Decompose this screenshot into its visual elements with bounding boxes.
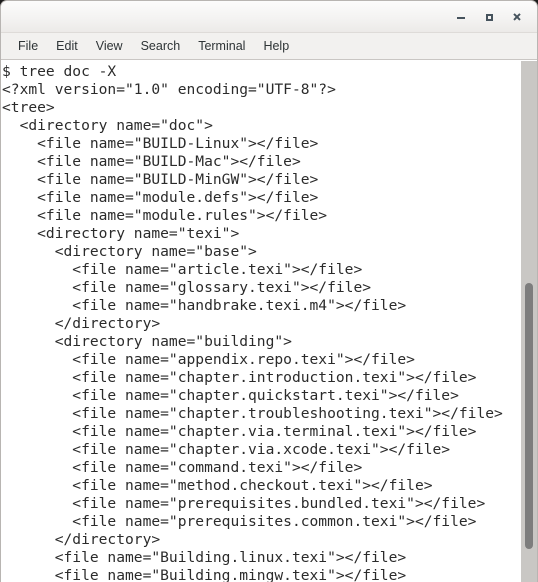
menu-item-view[interactable]: View [87,36,132,56]
terminal-line: <file name="chapter.troubleshooting.texi… [2,405,503,423]
terminal-line: <file name="Building.mingw.texi"></file> [2,567,407,582]
terminal-line: <file name="method.checkout.texi"></file… [2,477,433,495]
terminal-line: <file name="glossary.texi"></file> [2,279,372,297]
terminal-line: <file name="command.texi"></file> [2,459,363,477]
terminal-line: <directory name="building"> [2,333,292,351]
terminal-line: <file name="chapter.via.xcode.texi"></fi… [2,441,451,459]
maximize-icon [482,10,496,24]
terminal-text: $ tree doc -X <?xml version="1.0" encodin… [2,63,520,582]
maximize-button[interactable] [475,4,503,30]
terminal-line: <directory name="doc"> [2,117,213,135]
menu-bar: File Edit View Search Terminal Help [1,33,537,60]
menu-item-help[interactable]: Help [254,36,298,56]
terminal-line: <file name="chapter.via.terminal.texi"><… [2,423,477,441]
terminal-line: <file name="prerequisites.bundled.texi">… [2,495,486,513]
vertical-scrollbar[interactable] [520,61,537,582]
terminal-line: <directory name="base"> [2,243,257,261]
terminal-line: <file name="BUILD-MinGW"></file> [2,171,319,189]
terminal-line: <file name="article.texi"></file> [2,261,363,279]
terminal-line: <?xml version="1.0" encoding="UTF-8"?> [2,81,336,99]
terminal-line: <file name="module.rules"></file> [2,207,328,225]
terminal-line: <file name="BUILD-Mac"></file> [2,153,301,171]
terminal-line: <file name="prerequisites.common.texi"><… [2,513,477,531]
terminal-line: <file name="chapter.quickstart.texi"></f… [2,387,459,405]
terminal-area: $ tree doc -X <?xml version="1.0" encodin… [1,60,537,582]
terminal-output[interactable]: $ tree doc -X <?xml version="1.0" encodin… [1,61,520,582]
scrollbar-thumb[interactable] [525,283,533,549]
close-icon [510,10,524,24]
terminal-line: <file name="module.defs"></file> [2,189,319,207]
minimize-icon [454,10,468,24]
menu-item-search[interactable]: Search [132,36,190,56]
terminal-line: <file name="handbrake.texi.m4"></file> [2,297,407,315]
terminal-line: <file name="chapter.introduction.texi"><… [2,369,477,387]
menu-item-edit[interactable]: Edit [47,36,87,56]
terminal-line: $ tree doc -X [2,63,117,80]
terminal-line: <file name="BUILD-Linux"></file> [2,135,319,153]
terminal-line: </directory> [2,531,161,549]
terminal-window: File Edit View Search Terminal Help $ tr… [0,0,538,582]
terminal-line: <file name="appendix.repo.texi"></file> [2,351,415,369]
close-button[interactable] [503,4,531,30]
terminal-line: <tree> [2,99,55,117]
title-bar[interactable] [1,1,537,33]
minimize-button[interactable] [447,4,475,30]
terminal-line: </directory> [2,315,161,333]
terminal-line: <directory name="texi"> [2,225,240,243]
menu-item-file[interactable]: File [9,36,47,56]
menu-item-terminal[interactable]: Terminal [189,36,254,56]
window-controls [447,1,531,32]
terminal-line: <file name="Building.linux.texi"></file> [2,549,407,567]
